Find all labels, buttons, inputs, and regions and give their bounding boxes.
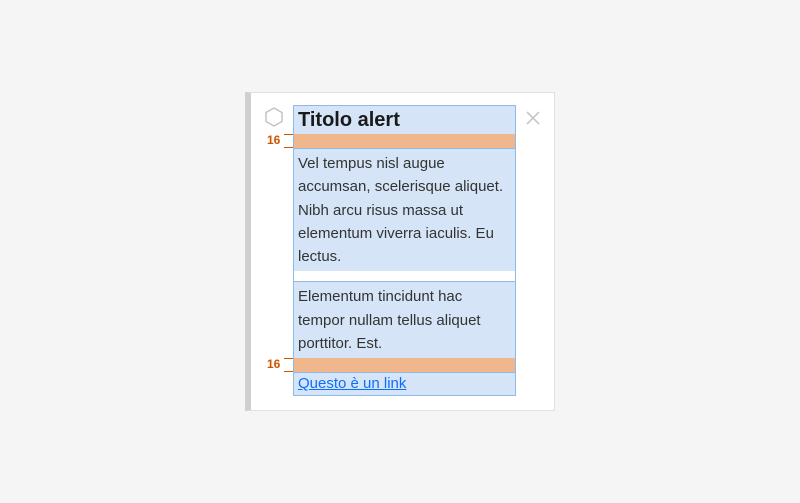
alert-title: Titolo alert [293,105,516,134]
spacing-label-bottom: 16 [267,357,280,371]
paragraph-gap [293,271,516,281]
hexagon-icon [265,107,283,127]
alert-link-row: Questo è un link [293,372,516,396]
guide-line [284,147,293,148]
guide-line [284,371,293,372]
alert-content: Titolo alert 16 Vel tempus nisl augue ac… [293,105,516,396]
spacing-gap-bottom [293,358,516,372]
guide-line [284,358,293,359]
alert-icon-cell [265,105,283,396]
guide-line [284,134,293,135]
alert-link[interactable]: Questo è un link [298,375,406,392]
close-icon[interactable] [526,108,540,130]
alert-body-paragraph-2: Elementum tincidunt hac tempor nullam te… [293,281,516,358]
spacing-gap-top [293,134,516,148]
alert-body-paragraph-1: Vel tempus nisl augue accumsan, sceleris… [293,148,516,271]
close-cell [526,105,540,396]
alert-inner: Titolo alert 16 Vel tempus nisl augue ac… [251,93,554,410]
spacing-label-top: 16 [267,133,280,147]
alert-card: Titolo alert 16 Vel tempus nisl augue ac… [245,92,555,411]
